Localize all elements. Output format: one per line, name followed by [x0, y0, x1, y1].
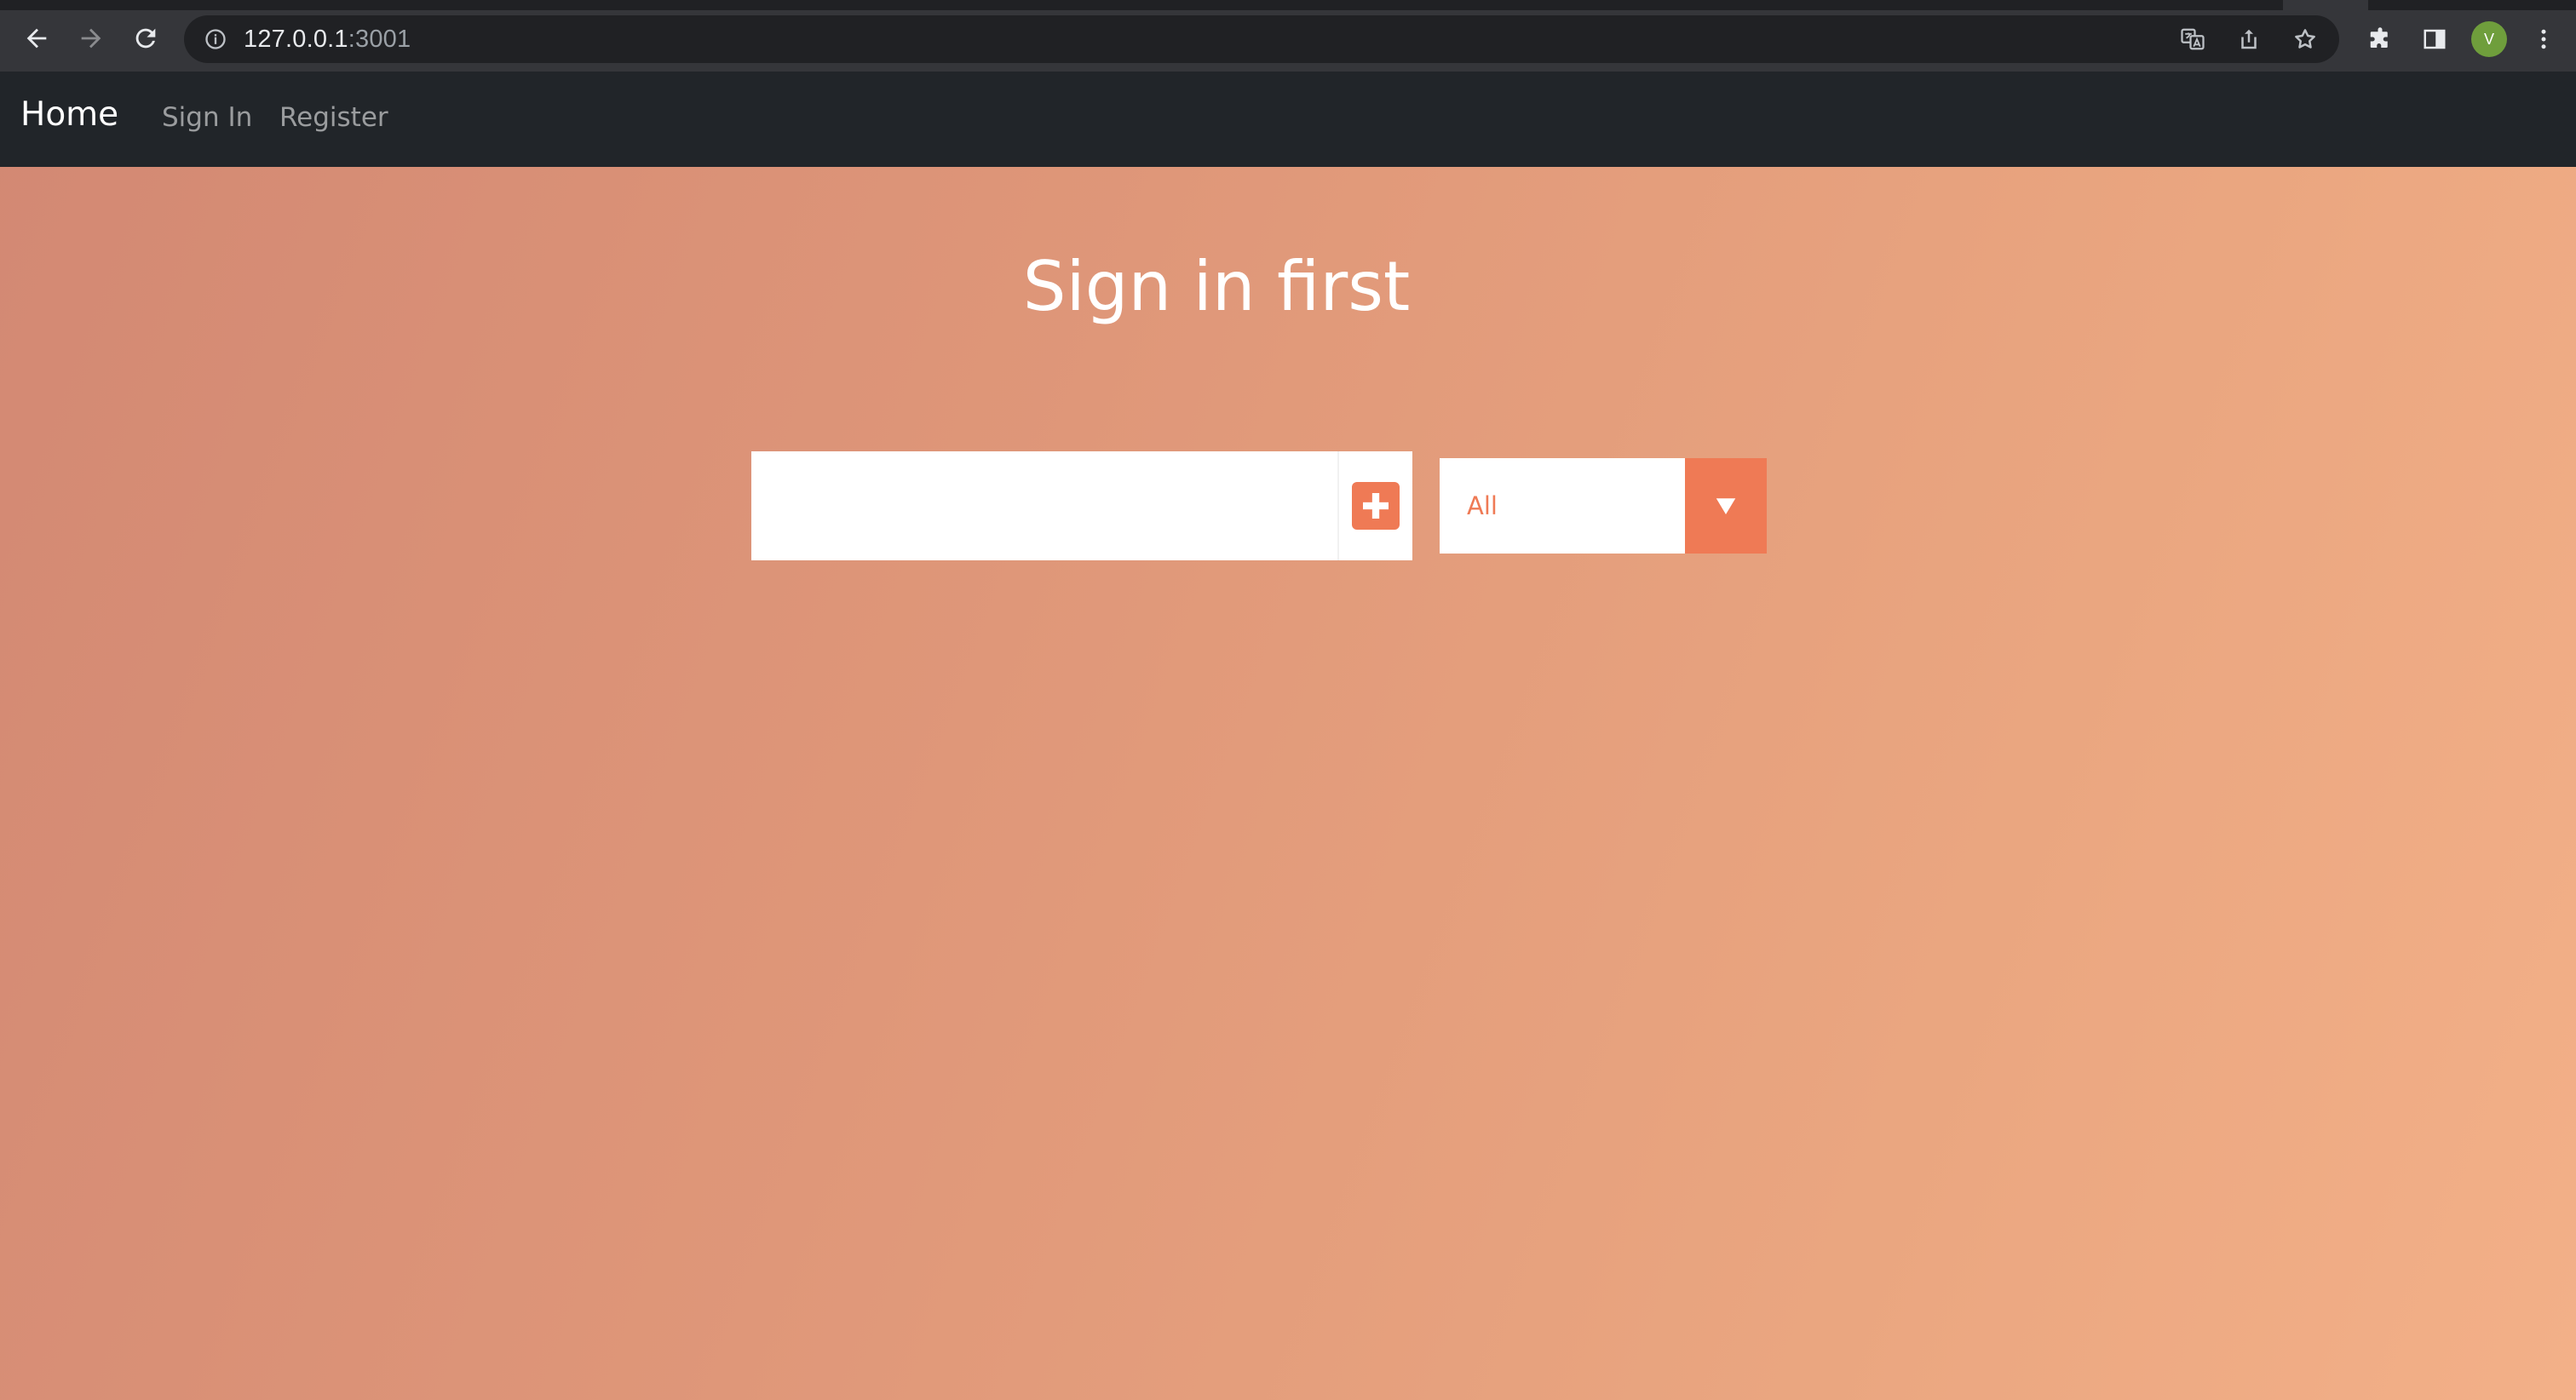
share-icon[interactable]: [2230, 20, 2268, 58]
info-icon[interactable]: [203, 26, 228, 52]
page: 127.0.0.1:3001 V Home Sign In Register S…: [0, 0, 2576, 1400]
url-host: 127.0.0.1: [244, 25, 348, 53]
caret-down-icon[interactable]: [1685, 458, 1767, 554]
url-port: :3001: [348, 25, 411, 53]
tab-strip: [0, 0, 2576, 10]
filter-select[interactable]: All: [1440, 458, 1767, 554]
browser-toolbar: 127.0.0.1:3001 V: [0, 0, 2576, 72]
address-bar-actions: [2174, 15, 2324, 63]
page-title: Sign in first: [1022, 247, 1411, 326]
navbar-brand-home[interactable]: Home: [20, 95, 118, 134]
filter-selected-value: All: [1467, 491, 1498, 520]
url-text[interactable]: 127.0.0.1:3001: [244, 26, 411, 54]
add-todo-button[interactable]: [1337, 451, 1412, 560]
active-tab-edge[interactable]: [2283, 0, 2368, 10]
arrow-left-icon: [26, 28, 47, 49]
profile-button[interactable]: V: [2470, 20, 2508, 58]
back-button[interactable]: [17, 19, 56, 58]
arrow-right-icon: [81, 28, 101, 49]
nav-link-register[interactable]: Register: [279, 102, 388, 133]
todo-form: [751, 451, 1412, 560]
reload-icon: [135, 28, 156, 49]
avatar: V: [2471, 21, 2507, 57]
kebab-menu-icon[interactable]: [2525, 20, 2562, 58]
puzzle-icon[interactable]: [2361, 20, 2399, 58]
star-icon[interactable]: [2286, 20, 2324, 58]
plus-icon: [1352, 482, 1400, 530]
todo-input[interactable]: [751, 451, 1337, 560]
toolbar-actions: V: [2361, 15, 2562, 63]
forward-button[interactable]: [72, 19, 111, 58]
reload-button[interactable]: [126, 19, 165, 58]
address-bar[interactable]: 127.0.0.1:3001: [184, 15, 2339, 63]
app-navbar: Home Sign In Register: [0, 72, 2576, 167]
nav-link-sign-in[interactable]: Sign In: [162, 102, 252, 133]
side-panel-icon[interactable]: [2416, 20, 2453, 58]
translate-icon[interactable]: [2174, 20, 2211, 58]
